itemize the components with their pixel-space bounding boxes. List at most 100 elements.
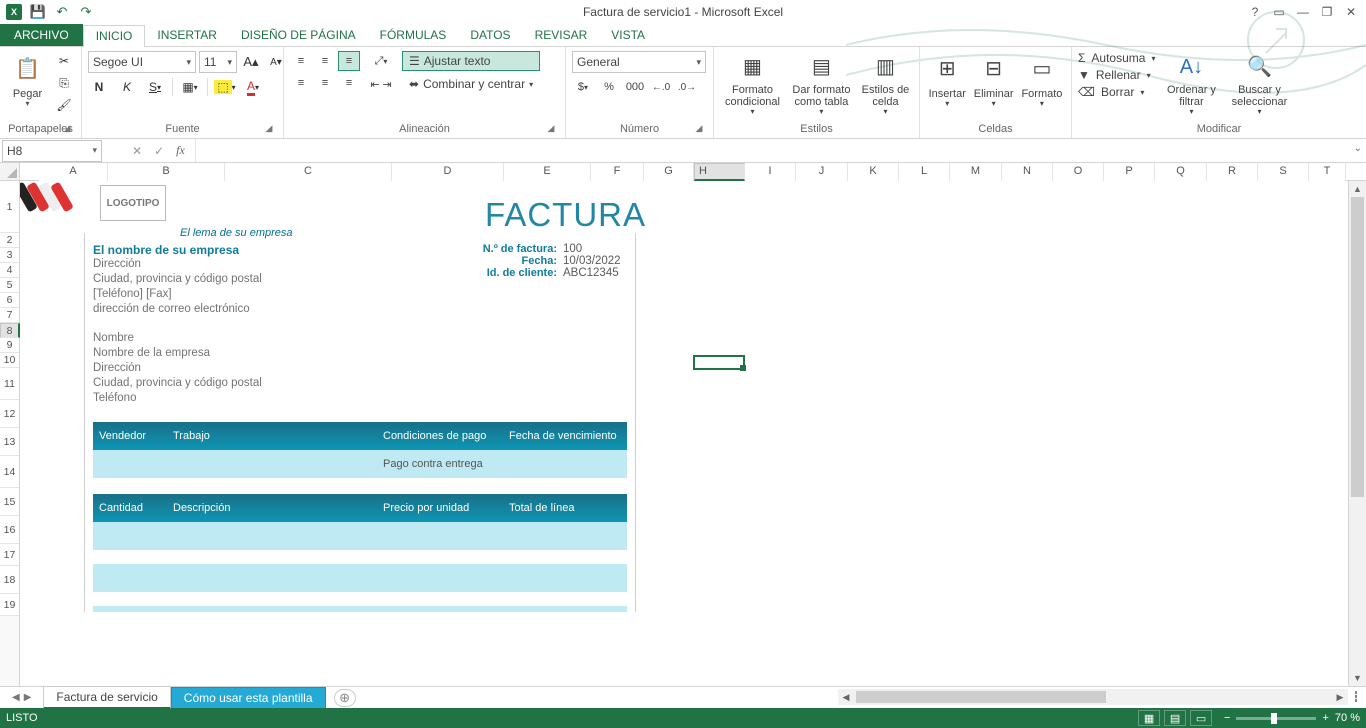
row-header[interactable]: 1 [0, 181, 19, 233]
help-icon[interactable]: ? [1246, 4, 1264, 20]
sheet-tab-other[interactable]: Cómo usar esta plantilla [171, 687, 326, 708]
orientation-icon[interactable]: ⤢▾ [370, 51, 392, 71]
row-header[interactable]: 9 [0, 338, 19, 353]
column-header[interactable]: F [591, 163, 644, 181]
ribbon-options-icon[interactable]: ▭ [1270, 4, 1288, 20]
scroll-up-icon[interactable]: ▲ [1349, 181, 1366, 197]
undo-icon[interactable]: ↶ [54, 4, 70, 20]
column-header[interactable]: B [108, 163, 225, 181]
zoom-level[interactable]: 70 % [1335, 712, 1360, 724]
tab-formulas[interactable]: FÓRMULAS [368, 25, 459, 46]
autosum-button[interactable]: ΣAutosuma ▾ [1078, 51, 1155, 65]
formula-input[interactable]: ⌄ [195, 139, 1366, 162]
clear-button[interactable]: ⌫Borrar▾ [1078, 85, 1155, 99]
column-header[interactable]: E [504, 163, 591, 181]
tab-insertar[interactable]: INSERTAR [145, 25, 229, 46]
sort-filter-button[interactable]: A↓Ordenar y filtrar▾ [1163, 51, 1219, 117]
column-header[interactable]: P [1104, 163, 1155, 181]
dialog-launcher-icon[interactable]: ◢ [263, 122, 275, 134]
comma-icon[interactable]: 000 [624, 77, 646, 97]
name-box[interactable]: H8▾ [2, 140, 102, 162]
page-layout-icon[interactable]: ▤ [1164, 710, 1186, 726]
view-buttons[interactable]: ▦▤▭ [1138, 710, 1212, 726]
fill-button[interactable]: ▼Rellenar▾ [1078, 68, 1155, 82]
row-header[interactable]: 2 [0, 233, 19, 248]
row-header[interactable]: 11 [0, 368, 19, 400]
dialog-launcher-icon[interactable]: ◢ [61, 122, 73, 134]
number-format-select[interactable]: General▾ [572, 51, 706, 73]
format-painter-icon[interactable]: 🖌 [53, 95, 75, 115]
row-header[interactable]: 14 [0, 456, 19, 488]
font-color-icon[interactable]: A▾ [242, 77, 264, 97]
paste-button[interactable]: 📋 Pegar ▾ [6, 51, 49, 117]
selected-cell[interactable] [693, 355, 745, 370]
expand-formula-icon[interactable]: ⌄ [1354, 143, 1362, 154]
row-header[interactable]: 5 [0, 278, 19, 293]
zoom-in-icon[interactable]: + [1322, 712, 1328, 724]
decrease-indent-icon[interactable]: ⇤ [370, 74, 380, 94]
sheet-tab-active[interactable]: Factura de servicio [43, 686, 170, 709]
horizontal-scrollbar[interactable]: ◀▶ [838, 689, 1348, 705]
enter-icon[interactable]: ✓ [154, 144, 164, 158]
column-header[interactable]: H [694, 163, 745, 181]
redo-icon[interactable]: ↷ [78, 4, 94, 20]
fx-icon[interactable]: fx [176, 143, 185, 158]
font-size-select[interactable]: 11▾ [199, 51, 237, 73]
row-header[interactable]: 16 [0, 516, 19, 544]
row-header[interactable]: 15 [0, 488, 19, 516]
zoom-out-icon[interactable]: − [1224, 712, 1230, 724]
new-sheet-button[interactable]: ⊕ [334, 689, 356, 707]
column-header[interactable]: T [1309, 163, 1346, 181]
bold-button[interactable]: N [88, 77, 110, 97]
fill-color-icon[interactable]: ⬚▾ [214, 77, 236, 97]
insert-cells-button[interactable]: ⊞Insertar▾ [926, 51, 968, 117]
column-header[interactable]: R [1207, 163, 1258, 181]
percent-icon[interactable]: % [598, 77, 620, 97]
row-header[interactable]: 7 [0, 308, 19, 323]
merge-center-button[interactable]: ⬌Combinar y centrar ▾ [402, 74, 540, 94]
column-header[interactable]: J [796, 163, 848, 181]
copy-icon[interactable]: ⎘ [53, 73, 75, 93]
row-header[interactable]: 3 [0, 248, 19, 263]
column-header[interactable]: G [644, 163, 694, 181]
restore-icon[interactable]: ❐ [1318, 4, 1336, 20]
normal-view-icon[interactable]: ▦ [1138, 710, 1160, 726]
conditional-format-button[interactable]: ▦Formato condicional▾ [720, 51, 785, 117]
prev-sheet-icon[interactable]: ◀ [12, 692, 20, 703]
tab-datos[interactable]: DATOS [458, 25, 522, 46]
italic-button[interactable]: K [116, 77, 138, 97]
find-select-button[interactable]: 🔍Buscar y seleccionar▾ [1227, 51, 1291, 117]
increase-indent-icon[interactable]: ⇥ [382, 74, 392, 94]
column-header[interactable]: D [392, 163, 504, 181]
column-header[interactable]: I [745, 163, 796, 181]
row-header[interactable]: 8 [0, 323, 20, 338]
grow-font-icon[interactable]: A▴ [240, 52, 262, 72]
tab-diseno[interactable]: DISEÑO DE PÁGINA [229, 25, 368, 46]
vertical-scrollbar[interactable]: ▲ ▼ [1348, 181, 1366, 686]
row-header[interactable]: 13 [0, 428, 19, 456]
column-header[interactable]: K [848, 163, 899, 181]
row-header[interactable]: 18 [0, 566, 19, 594]
column-header[interactable]: O [1053, 163, 1104, 181]
column-header[interactable]: Q [1155, 163, 1207, 181]
cancel-icon[interactable]: ✕ [132, 144, 142, 158]
scroll-thumb[interactable] [1351, 197, 1364, 497]
decrease-decimal-icon[interactable]: .0→ [676, 77, 698, 97]
row-header[interactable]: 12 [0, 400, 19, 428]
delete-cells-button[interactable]: ⊟Eliminar▾ [972, 51, 1014, 117]
row-header[interactable]: 19 [0, 594, 19, 616]
underline-button[interactable]: S▾ [144, 77, 166, 97]
format-as-table-button[interactable]: ▤Dar formato como tabla▾ [789, 51, 854, 117]
column-header[interactable]: L [899, 163, 950, 181]
page-break-icon[interactable]: ▭ [1190, 710, 1212, 726]
column-header[interactable]: C [225, 163, 392, 181]
borders-icon[interactable]: ▦▾ [179, 77, 201, 97]
cell-styles-button[interactable]: ▥Estilos de celda▾ [858, 51, 913, 117]
tab-vista[interactable]: VISTA [599, 25, 657, 46]
increase-decimal-icon[interactable]: ←.0 [650, 77, 672, 97]
row-header[interactable]: 6 [0, 293, 19, 308]
format-cells-button[interactable]: ▭Formato▾ [1019, 51, 1065, 117]
row-header[interactable]: 17 [0, 544, 19, 566]
save-icon[interactable]: 💾 [30, 4, 46, 20]
minimize-icon[interactable]: — [1294, 4, 1312, 20]
